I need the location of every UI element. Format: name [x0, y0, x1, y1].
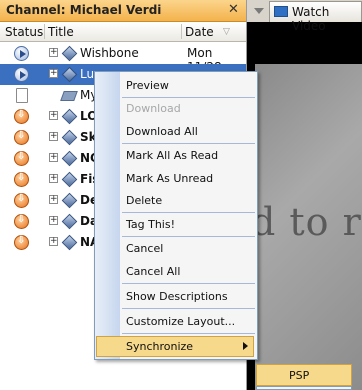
item-icon	[61, 66, 78, 83]
col-divider[interactable]	[181, 24, 182, 39]
download-icon[interactable]	[14, 172, 29, 187]
menu-item-mark-all-read[interactable]: Mark All As Read	[126, 149, 218, 162]
item-icon	[61, 129, 78, 146]
menu-item-cancel-all[interactable]: Cancel All	[126, 265, 180, 278]
menu-separator	[122, 143, 255, 144]
menu-separator	[122, 283, 255, 284]
expand-icon[interactable]: +	[49, 216, 58, 225]
item-icon	[61, 171, 78, 188]
item-icon	[61, 150, 78, 167]
expand-icon[interactable]: +	[49, 111, 58, 120]
context-menu: Preview Download Download All Mark All A…	[94, 71, 258, 360]
item-icon	[61, 213, 78, 230]
column-header: Status Title Date ▽	[0, 22, 246, 42]
video-caption: d to r	[251, 200, 362, 244]
expand-icon[interactable]: +	[49, 195, 58, 204]
dropdown-icon[interactable]	[254, 8, 264, 14]
play-icon[interactable]	[14, 46, 29, 61]
row-title: Wishbone	[80, 46, 139, 60]
submenu-item-psp[interactable]: PSP	[256, 364, 352, 386]
menu-item-tag-this[interactable]: Tag This!	[126, 218, 175, 231]
submenu-label: PSP	[289, 369, 310, 382]
submenu-arrow-icon	[243, 342, 248, 350]
item-icon	[61, 234, 78, 251]
tab-watch-video[interactable]: Watch Video	[269, 1, 362, 33]
download-icon[interactable]	[14, 235, 29, 250]
menu-separator	[122, 308, 255, 309]
menu-item-download[interactable]: Download	[126, 102, 181, 115]
col-date[interactable]: Date	[185, 25, 214, 39]
expand-icon[interactable]: +	[49, 132, 58, 141]
col-title[interactable]: Title	[48, 25, 74, 39]
menu-separator	[122, 212, 255, 213]
download-icon[interactable]	[14, 109, 29, 124]
menu-icon-stripe	[95, 72, 120, 359]
tab-label: Watch Video	[292, 5, 330, 33]
expand-icon[interactable]: +	[49, 48, 58, 57]
table-row[interactable]: + Wishbone Mon 11/28	[0, 43, 246, 74]
menu-item-synchronize[interactable]: Synchronize	[126, 340, 193, 353]
menu-item-cancel[interactable]: Cancel	[126, 242, 163, 255]
panel-title-bar: Channel: Michael Verdi ✕	[0, 0, 246, 22]
menu-item-download-all[interactable]: Download All	[126, 125, 198, 138]
menu-item-customize-layout[interactable]: Customize Layout...	[126, 315, 235, 328]
menu-item-preview[interactable]: Preview	[126, 79, 169, 92]
submenu-item-itunes[interactable]: iTunes	[256, 386, 352, 390]
play-icon[interactable]	[14, 67, 29, 82]
col-status[interactable]: Status	[5, 25, 43, 39]
menu-item-mark-unread[interactable]: Mark As Unread	[126, 172, 213, 185]
item-icon	[60, 91, 78, 101]
close-icon[interactable]: ✕	[228, 2, 239, 17]
expand-icon[interactable]: +	[49, 69, 58, 78]
sort-arrow-icon[interactable]: ▽	[223, 27, 230, 37]
item-icon	[61, 108, 78, 125]
menu-separator	[122, 333, 255, 334]
menu-item-delete[interactable]: Delete	[126, 194, 162, 207]
menu-separator	[122, 236, 255, 237]
col-divider[interactable]	[44, 24, 45, 39]
item-icon	[61, 45, 78, 62]
document-icon	[16, 88, 28, 103]
download-icon[interactable]	[14, 214, 29, 229]
tab-bar: Watch Video	[247, 0, 362, 33]
menu-separator	[122, 97, 255, 98]
download-icon[interactable]	[14, 130, 29, 145]
menu-item-show-descriptions[interactable]: Show Descriptions	[126, 290, 228, 303]
item-icon	[61, 192, 78, 209]
download-icon[interactable]	[14, 151, 29, 166]
panel-title: Channel: Michael Verdi	[6, 3, 162, 17]
download-icon[interactable]	[14, 193, 29, 208]
expand-icon[interactable]: +	[49, 237, 58, 246]
expand-icon[interactable]: +	[49, 153, 58, 162]
expand-icon[interactable]: +	[49, 174, 58, 183]
video-frame[interactable]: d to r	[251, 64, 362, 390]
video-icon	[274, 6, 288, 17]
